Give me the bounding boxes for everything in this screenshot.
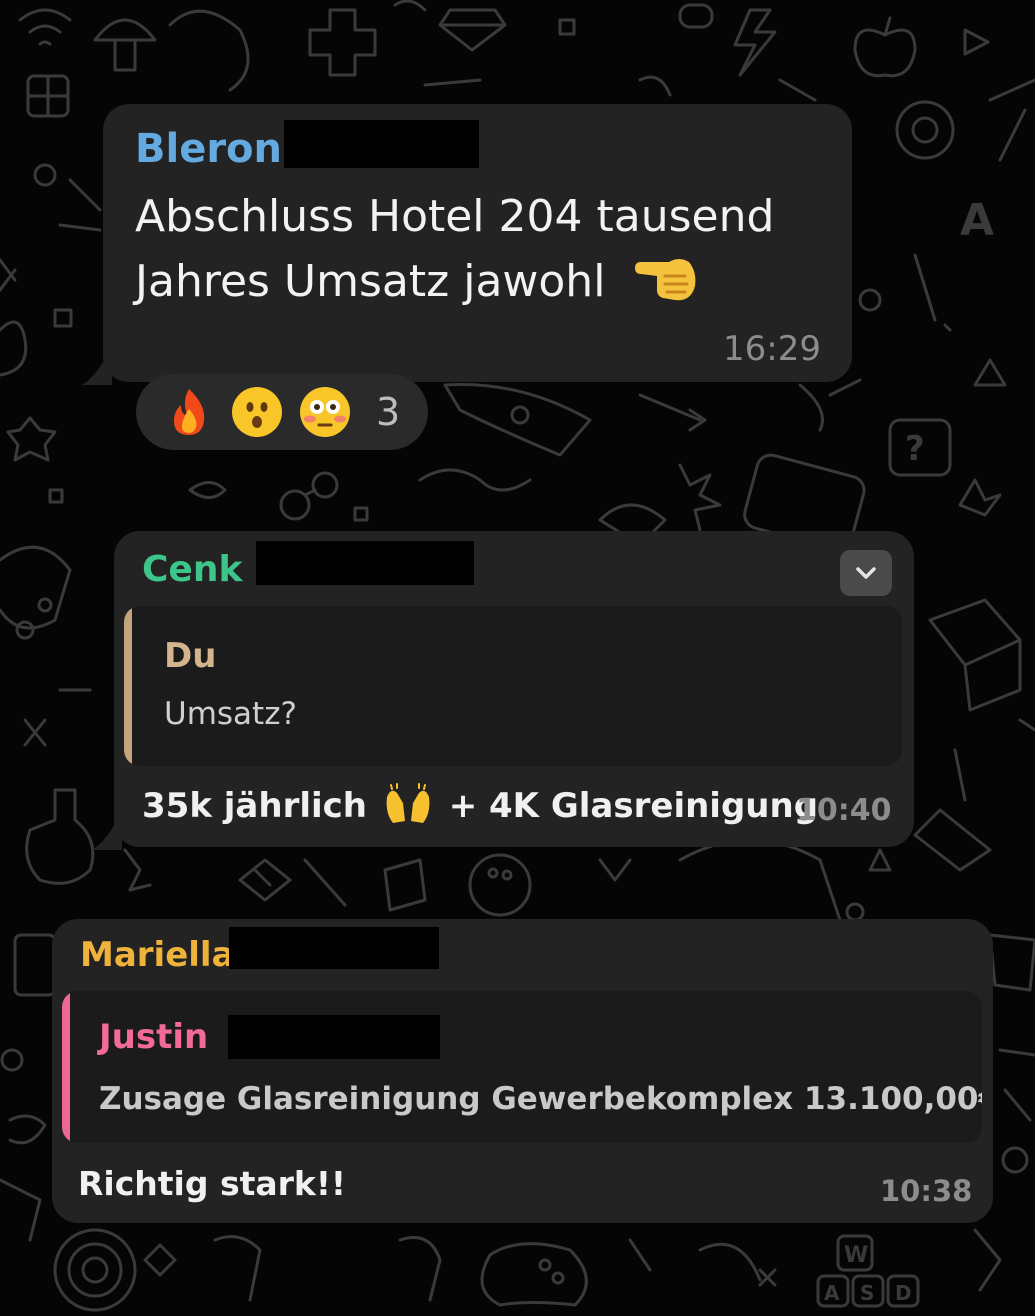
sender-name[interactable]: Mariella (80, 935, 235, 975)
message-bubble-bleron[interactable]: Bleron Abschluss Hotel 204 tausend Jahre… (103, 104, 852, 382)
quoted-text: Zusage Glasreinigung Gewerbekomplex 13.1… (99, 1075, 982, 1117)
message-options-button[interactable] (840, 550, 892, 596)
reply-quote[interactable]: Justin Zusage Glasreinigung Gewerbekompl… (62, 991, 982, 1143)
fire-reaction-icon[interactable] (164, 387, 214, 437)
backhand-pointing-left-emoji-icon (635, 259, 696, 301)
message-time: 10:38 (880, 1174, 973, 1208)
message-bubble-cenk[interactable]: Cenk Du Umsatz? 35k jährlich + 4K Glasre… (114, 531, 914, 847)
quoted-text: Umsatz? (164, 696, 297, 732)
redacted-surname (228, 1015, 440, 1059)
redacted-surname (284, 120, 479, 168)
message-time: 16:29 (723, 329, 821, 369)
quote-accent-bar (124, 606, 132, 766)
reaction-count: 3 (376, 390, 401, 434)
sender-name[interactable]: Cenk (142, 549, 242, 590)
message-text: Richtig stark!! (78, 1164, 346, 1203)
redacted-surname (256, 541, 474, 585)
message-bubble-mariella[interactable]: Mariella Justin Zusage Glasreinigung Gew… (52, 919, 993, 1223)
svg-text:S: S (860, 1281, 874, 1305)
svg-text:?: ? (905, 429, 925, 469)
svg-text:A: A (960, 195, 994, 246)
hushed-face-reaction-icon[interactable] (232, 387, 282, 437)
redacted-surname (229, 927, 439, 969)
message-time: 10:40 (796, 793, 892, 828)
svg-text:D: D (895, 1281, 912, 1305)
reactions-bar[interactable]: 3 (136, 374, 428, 450)
sender-name[interactable]: Bleron (135, 126, 282, 172)
quoted-sender: Justin (99, 1017, 209, 1057)
message-text: 35k jährlich + 4K Glasreinigung (142, 783, 818, 826)
flushed-face-reaction-icon[interactable] (300, 387, 350, 437)
raising-hands-emoji-icon (386, 783, 430, 823)
quote-accent-bar (62, 991, 70, 1143)
svg-text:A: A (824, 1281, 840, 1305)
reply-quote[interactable]: Du Umsatz? (124, 606, 902, 766)
quoted-sender: Du (164, 636, 217, 676)
chevron-down-icon (856, 567, 876, 579)
svg-text:W: W (844, 1243, 868, 1268)
message-text: Abschluss Hotel 204 tausend Jahres Umsat… (135, 191, 775, 307)
